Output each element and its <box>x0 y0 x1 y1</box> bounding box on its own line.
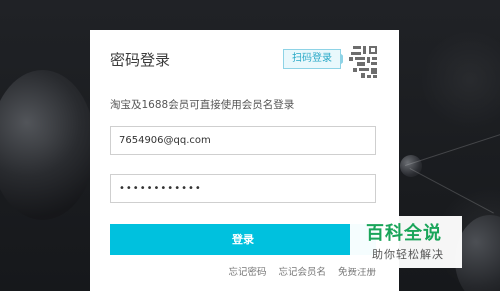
forgot-password-link[interactable]: 忘记密码 <box>228 264 266 278</box>
qr-code-icon[interactable] <box>343 44 379 80</box>
login-title: 密码登录 <box>110 51 171 69</box>
login-subtitle: 淘宝及1688会员可直接使用会员名登录 <box>110 99 295 111</box>
password-field[interactable]: •••••••••••• <box>110 174 376 203</box>
watermark-sub-text: 助你轻松解决 <box>372 248 444 261</box>
forgot-username-link[interactable]: 忘记会员名 <box>278 264 326 278</box>
username-field[interactable]: 7654906@qq.com <box>110 126 376 155</box>
watermark-logo: 百科全说 助你轻松解决 <box>350 216 462 268</box>
login-button[interactable]: 登录 <box>110 224 376 255</box>
qr-login-badge[interactable]: 扫码登录 <box>283 49 347 69</box>
watermark-main-text: 百科全说 <box>366 223 442 244</box>
